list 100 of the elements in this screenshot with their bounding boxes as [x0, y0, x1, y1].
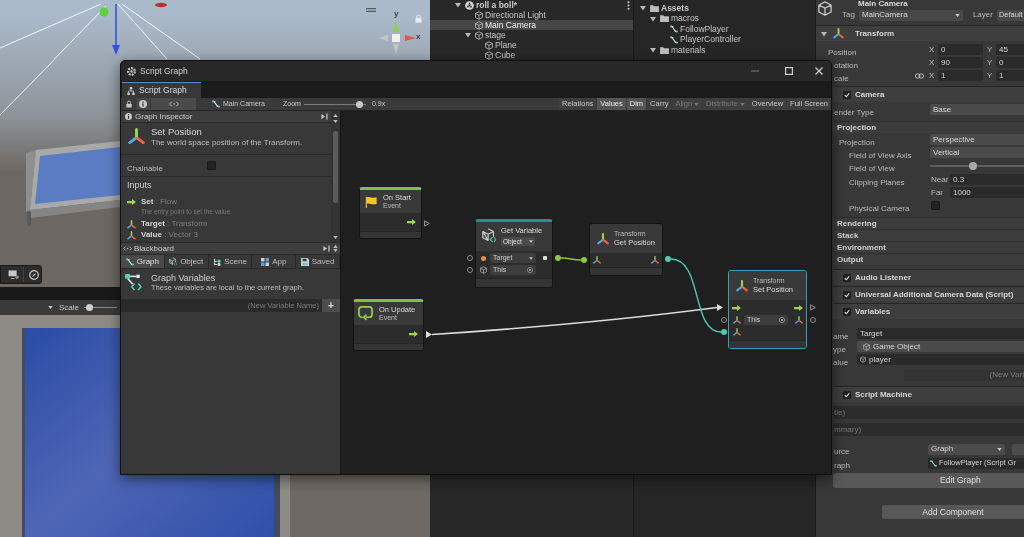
number-field[interactable]: 0: [996, 57, 1024, 68]
slider-thumb[interactable]: [356, 100, 364, 108]
hierarchy-icon: [127, 86, 135, 95]
checkbox[interactable]: [843, 390, 851, 399]
scroll-arrow-icon[interactable]: [333, 236, 338, 239]
tag-dropdown[interactable]: MainCamera: [858, 9, 963, 21]
component-header[interactable]: Variables: [833, 303, 1024, 319]
tree-item[interactable]: roll a boll*: [430, 0, 633, 10]
flow-port-icon[interactable]: [426, 331, 432, 338]
checkbox[interactable]: [843, 290, 851, 299]
dropdown[interactable]: Graph: [928, 443, 1005, 455]
maximize-icon[interactable]: [785, 67, 793, 75]
checkbox[interactable]: [931, 201, 940, 210]
port-icon[interactable]: [721, 329, 727, 335]
component-header[interactable]: Script Machine: [833, 386, 1024, 402]
number-field[interactable]: 1: [996, 70, 1024, 81]
checkbox[interactable]: [207, 161, 216, 170]
info-button[interactable]: [136, 98, 150, 110]
checkbox[interactable]: [843, 307, 851, 316]
port-icon[interactable]: [581, 257, 587, 263]
tree-item[interactable]: Assets: [634, 3, 815, 14]
number-field[interactable]: 90: [938, 57, 983, 68]
display-icon[interactable]: [8, 270, 19, 279]
slider-track[interactable]: [930, 161, 1024, 170]
number-field[interactable]: 0.3: [950, 174, 1024, 185]
transform-icon: [733, 328, 741, 336]
compass-icon[interactable]: [29, 269, 39, 280]
lock-icon[interactable]: [125, 100, 132, 108]
add-component-button[interactable]: Add Component: [882, 505, 1024, 519]
zoom-slider[interactable]: [303, 100, 366, 108]
menu-icon[interactable]: [366, 8, 376, 12]
target-icon[interactable]: [779, 317, 785, 323]
component-header[interactable]: Universal Additional Camera Data (Script): [833, 286, 1024, 302]
flow-port-icon[interactable]: [717, 304, 723, 311]
orientation-gizmo-icon[interactable]: [378, 20, 416, 54]
tree-item[interactable]: Directional Light: [430, 10, 633, 20]
window-tab[interactable]: Script Graph: [122, 82, 201, 98]
section-header[interactable]: Projection: [833, 121, 1024, 133]
close-icon[interactable]: [815, 67, 823, 75]
port-icon[interactable]: [810, 317, 816, 323]
tree-arrow-icon[interactable]: [465, 32, 471, 38]
tree-item[interactable]: stage: [430, 30, 633, 40]
port-icon[interactable]: [555, 255, 561, 261]
dropdown[interactable]: Perspective: [930, 134, 1024, 145]
panel-toggle-icon[interactable]: [323, 245, 330, 252]
tree-item[interactable]: PlayerController: [634, 34, 815, 45]
port-icon[interactable]: [467, 255, 473, 261]
blackboard-tab[interactable]: Graph: [121, 255, 165, 268]
number-field[interactable]: 1000: [950, 187, 1024, 198]
tree-item[interactable]: macros: [634, 13, 815, 24]
edit-graph-button[interactable]: Edit Graph: [833, 473, 1024, 488]
tree-arrow-icon[interactable]: [821, 30, 827, 37]
panel-toggle-icon[interactable]: [321, 113, 328, 120]
tree-item[interactable]: Cube: [430, 50, 633, 60]
checkbox[interactable]: [843, 90, 851, 99]
target-icon[interactable]: [527, 267, 533, 273]
dropdown[interactable]: Vertical: [930, 147, 1024, 158]
field-label: alue: [833, 357, 849, 367]
tree-arrow-icon[interactable]: [640, 5, 646, 12]
flow-port-icon[interactable]: [810, 304, 816, 311]
slider-thumb[interactable]: [969, 161, 978, 170]
section-header[interactable]: Rendering: [833, 217, 1024, 229]
section-header[interactable]: Environment: [833, 241, 1024, 253]
tree-arrow-icon[interactable]: [650, 47, 656, 54]
component-header[interactable]: Camera: [833, 86, 1024, 102]
number-field[interactable]: 0: [938, 44, 983, 55]
section-header[interactable]: Stack: [833, 229, 1024, 241]
slider-thumb[interactable]: [85, 304, 93, 311]
number-field[interactable]: 45: [996, 44, 1024, 55]
cube-icon: [863, 342, 870, 351]
port-icon[interactable]: [665, 256, 671, 262]
node-graph-icon: [125, 257, 134, 266]
object-field[interactable]: player: [857, 354, 1024, 365]
link-icon[interactable]: [915, 72, 924, 79]
component-header[interactable]: Audio Listener: [833, 269, 1024, 285]
section-header[interactable]: Output: [833, 253, 1024, 265]
tree-item[interactable]: Plane: [430, 40, 633, 50]
text-field[interactable]: Target: [857, 328, 1024, 339]
number-field[interactable]: 1: [938, 70, 983, 81]
component-header[interactable]: Transform: [816, 25, 1024, 41]
cube-icon: [482, 228, 496, 243]
tree-arrow-icon[interactable]: [650, 15, 656, 22]
checkbox[interactable]: [843, 273, 851, 282]
port-icon[interactable]: [467, 267, 473, 273]
tree-item[interactable]: materials: [634, 45, 815, 56]
gameobject-icon: [818, 1, 832, 16]
type-dropdown[interactable]: Game Object: [857, 341, 1024, 352]
more-icon[interactable]: [627, 0, 630, 10]
tree-item[interactable]: FollowPlayer: [634, 24, 815, 35]
scrollbar[interactable]: [331, 111, 340, 242]
loop-icon: [358, 306, 373, 321]
tree-arrow-icon[interactable]: [455, 2, 461, 8]
axis-label: Y: [987, 43, 994, 56]
add-variable-button[interactable]: +: [322, 299, 340, 312]
flow-port-icon[interactable]: [424, 220, 430, 227]
dropdown[interactable]: Base: [930, 104, 1024, 115]
tree-item[interactable]: Main Camera: [430, 20, 633, 30]
scrollbar-thumb[interactable]: [333, 131, 338, 203]
port-icon[interactable]: [721, 317, 727, 323]
scale-slider[interactable]: [84, 304, 117, 311]
